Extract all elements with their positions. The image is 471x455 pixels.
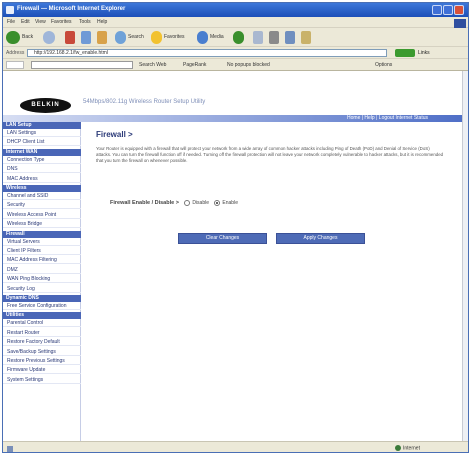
links-label[interactable]: Links [418,50,430,56]
sidebar-nav: LAN Setup LAN Settings DHCP Client List Int… [3,122,81,441]
sidebar-item-client-ip-filters[interactable]: Client IP Filters [3,248,81,255]
internet-zone-icon [395,445,401,451]
standard-toolbar: Back Search Favorites Media [3,28,468,47]
menu-file[interactable]: File [7,19,15,25]
sidebar-item-system-settings[interactable]: System Settings [3,377,81,384]
vertical-scrollbar[interactable] [462,71,468,441]
enable-radio[interactable] [214,200,221,206]
forward-arrow-icon[interactable] [43,31,55,44]
sidebar-item-wireless-bridge[interactable]: Wireless Bridge [3,221,81,229]
enable-label[interactable]: Enable [222,200,238,206]
google-search-input[interactable] [31,61,133,69]
maximize-button[interactable] [443,5,453,15]
mail-icon[interactable] [253,31,263,44]
apply-changes-button[interactable]: Apply Changes [276,233,365,244]
media-label[interactable]: Media [210,34,224,40]
sidebar-item-dns[interactable]: DNS [3,166,81,174]
popup-blocker-button[interactable]: No popups blocked [227,62,270,68]
google-toolbar: Search Web PageRank No popups blocked Op… [3,59,468,71]
sidebar-section-dynamic-dns: Dynamic DNS [3,295,81,302]
sidebar-item-restore-factory-default[interactable]: Restore Factory Default [3,339,81,347]
sidebar-item-virtual-servers[interactable]: Virtual Servers [3,239,81,246]
clear-changes-button[interactable]: Clear Changes [178,233,267,244]
home-icon[interactable] [97,31,107,44]
firewall-description: Your Router is equipped with a firewall … [96,146,444,163]
browser-window: Firewall — Microsoft Internet Explorer F… [2,2,469,453]
sidebar-item-lan-settings[interactable]: LAN Settings [3,130,81,137]
firewall-toggle-row: Firewall Enable / Disable > Disable Enab… [110,200,238,206]
sidebar-item-free-service-configuration[interactable]: Free Service Configuration [3,303,81,310]
sidebar-item-security-log[interactable]: Security Log [3,286,81,293]
menu-edit[interactable]: Edit [21,19,30,25]
back-arrow-icon[interactable] [6,31,20,44]
sidebar-item-parental-control[interactable]: Parental Control [3,320,81,328]
sidebar-item-firmware-update[interactable]: Firmware Update [3,367,81,375]
sidebar-item-mac-address[interactable]: MAC Address [3,176,81,183]
menu-favorites[interactable]: Favorites [51,19,72,25]
search-web-button[interactable]: Search Web [139,62,166,68]
sidebar-section-internet-wan: Internet WAN [3,148,81,156]
firewall-toggle-label: Firewall Enable / Disable > [110,200,179,206]
address-input[interactable]: http://192.168.2.1/fw_enable.html [27,49,387,57]
address-bar: Address http://192.168.2.1/fw_enable.htm… [3,47,468,59]
address-label: Address [6,50,25,56]
main-content: Firewall > Your Router is equipped with … [86,130,462,430]
minimize-button[interactable] [432,5,442,15]
sidebar-section-utilities: Utilities [3,312,81,320]
edit-icon[interactable] [285,31,295,44]
sidebar-item-save-backup-settings[interactable]: Save/Backup Settings [3,349,81,356]
sidebar-item-connection-type[interactable]: Connection Type [3,157,81,164]
google-logo-icon[interactable] [6,61,24,69]
sidebar-section-lan-setup: LAN Setup [3,122,81,129]
favorites-star-icon[interactable] [151,31,162,44]
history-icon[interactable] [233,31,244,44]
favorites-label[interactable]: Favorites [164,34,185,40]
pagerank-button[interactable]: PageRank [183,62,206,68]
sidebar-item-channel-and-ssid[interactable]: Channel and SSID [3,193,81,200]
sidebar-section-firewall: Firewall [3,230,81,238]
sidebar-item-wan-ping-blocking[interactable]: WAN Ping Blocking [3,276,81,284]
messenger-icon[interactable] [301,31,311,44]
sidebar-section-wireless: Wireless [3,185,81,192]
sidebar-item-security[interactable]: Security [3,202,81,210]
sidebar-item-restart-router[interactable]: Restart Router [3,330,81,337]
page-status-icon [7,446,13,452]
disable-radio[interactable] [184,200,191,206]
search-icon[interactable] [115,31,126,44]
windows-logo-icon [454,19,466,28]
header-links[interactable]: Home | Help | Logout Internet Status [347,115,428,122]
ie-icon [6,6,14,14]
sidebar-item-wireless-access-point[interactable]: Wireless Access Point [3,212,81,219]
stop-icon[interactable] [65,31,75,44]
sidebar-item-dmz[interactable]: DMZ [3,267,81,274]
back-label[interactable]: Back [22,34,33,40]
search-label[interactable]: Search [128,34,144,40]
sidebar-item-dhcp-client-list[interactable]: DHCP Client List [3,139,81,147]
page-header: BELKIN 54Mbps/802.11g Wireless Router Se… [3,71,462,115]
sidebar-item-mac-address-filtering[interactable]: MAC Address Filtering [3,257,81,265]
google-options-button[interactable]: Options [375,62,392,68]
sidebar-item-restore-previous-settings[interactable]: Restore Previous Settings [3,358,81,365]
menu-help[interactable]: Help [97,19,107,25]
go-button[interactable] [395,49,415,57]
refresh-icon[interactable] [81,31,91,44]
security-zone: Internet [395,445,420,451]
menu-bar: File Edit View Favorites Tools Help [3,17,468,28]
disable-label[interactable]: Disable [192,200,209,206]
close-button[interactable] [454,5,464,15]
media-icon[interactable] [197,31,208,44]
zone-label: Internet [403,445,420,452]
print-icon[interactable] [269,31,279,44]
page-title: Firewall > [96,130,133,139]
belkin-logo: BELKIN [20,98,71,113]
window-title: Firewall — Microsoft Internet Explorer [17,6,126,12]
page-viewport: BELKIN 54Mbps/802.11g Wireless Router Se… [3,71,462,441]
menu-tools[interactable]: Tools [79,19,91,25]
page-subtitle: 54Mbps/802.11g Wireless Router Setup Uti… [83,99,206,105]
status-bar: Internet [3,441,468,452]
menu-view[interactable]: View [35,19,46,25]
title-bar: Firewall — Microsoft Internet Explorer [3,3,468,17]
